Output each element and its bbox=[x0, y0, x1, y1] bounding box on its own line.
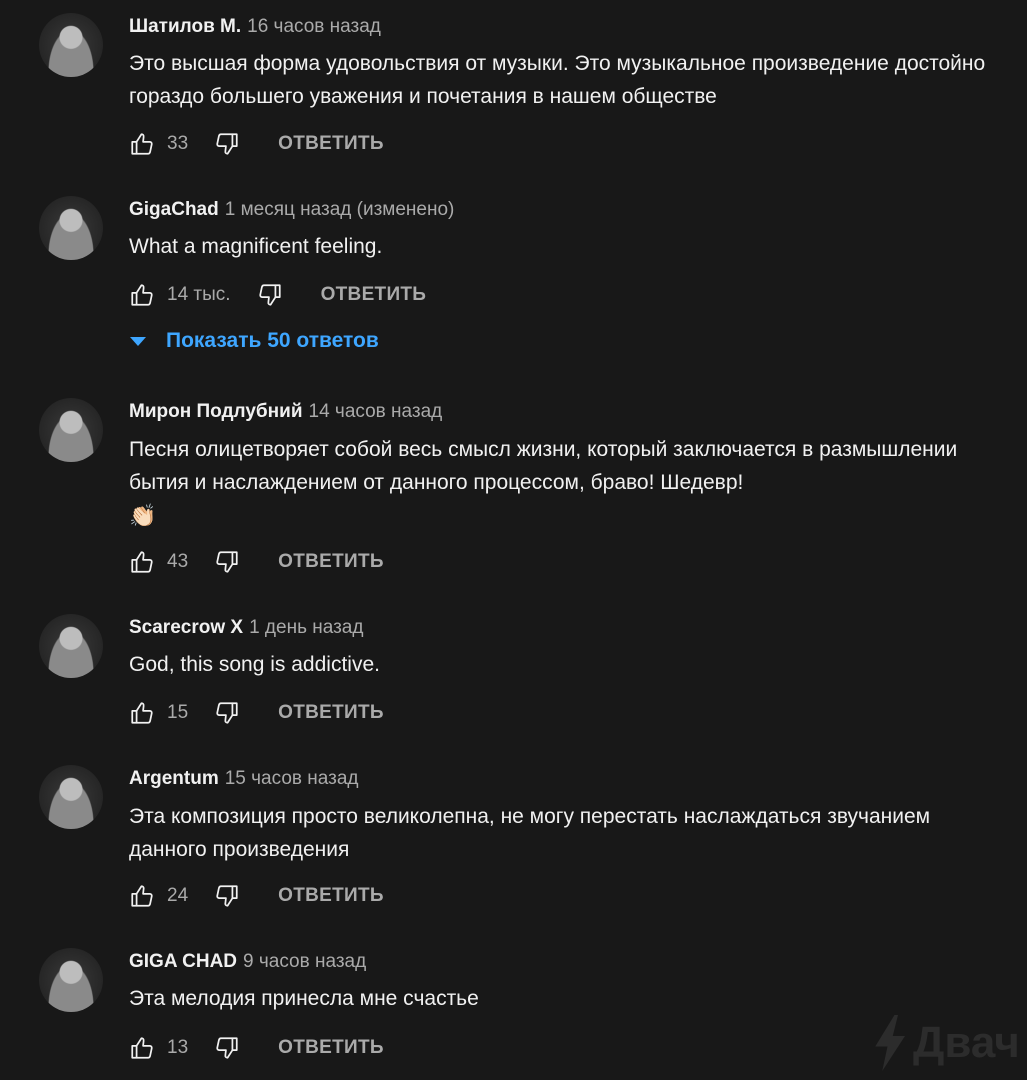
comment-author[interactable]: Scarecrow X bbox=[129, 617, 243, 638]
comment-text: God, this song is addictive. bbox=[129, 653, 380, 676]
caret-down-icon bbox=[130, 336, 146, 346]
thumbs-up-icon bbox=[131, 133, 153, 155]
comment-author[interactable]: Шатилов М. bbox=[129, 16, 241, 37]
avatar[interactable] bbox=[39, 948, 103, 1012]
comment-actions: 33 ОТВЕТИТЬ bbox=[129, 130, 384, 158]
comment-text: Эта композиция просто великолепна, не мо… bbox=[129, 805, 931, 861]
avatar[interactable] bbox=[39, 398, 103, 462]
avatar[interactable] bbox=[39, 765, 103, 829]
comment-actions: 13 ОТВЕТИТЬ bbox=[129, 1034, 384, 1062]
comment-header: GigaChad 1 месяц назад (изменено) bbox=[129, 197, 454, 223]
show-replies-button[interactable]: Показать 50 ответов bbox=[129, 326, 379, 356]
thumbs-up-icon bbox=[131, 551, 153, 573]
reply-button[interactable]: ОТВЕТИТЬ bbox=[278, 885, 384, 907]
reply-button[interactable]: ОТВЕТИТЬ bbox=[278, 133, 384, 155]
reply-button[interactable]: ОТВЕТИТЬ bbox=[278, 702, 384, 724]
comment-author[interactable]: Argentum bbox=[129, 768, 219, 789]
thumbs-up-icon bbox=[131, 702, 153, 724]
comment-text: What a magnificent feeling. bbox=[129, 235, 383, 258]
comment-author[interactable]: GigaChad bbox=[129, 199, 219, 220]
comment-header: Scarecrow X 1 день назад bbox=[129, 615, 363, 641]
avatar[interactable] bbox=[39, 13, 103, 77]
clapping-hands-emoji: 👏🏻 bbox=[129, 503, 157, 528]
comment-author[interactable]: Мирон Подлубний bbox=[129, 401, 303, 422]
thumbs-down-icon bbox=[216, 702, 238, 724]
comment-text: Это высшая форма удовольствия от музыки.… bbox=[129, 52, 986, 108]
thumbs-down-icon bbox=[216, 551, 238, 573]
dislike-button[interactable] bbox=[214, 1035, 240, 1061]
like-button[interactable] bbox=[129, 883, 155, 909]
comment-time[interactable]: 1 день назад bbox=[249, 617, 363, 638]
reply-button[interactable]: ОТВЕТИТЬ bbox=[278, 551, 384, 573]
comment-header: GIGA CHAD 9 часов назад bbox=[129, 949, 366, 975]
comment-actions: 43 ОТВЕТИТЬ bbox=[129, 548, 384, 576]
like-button[interactable] bbox=[129, 131, 155, 157]
like-button[interactable] bbox=[129, 1035, 155, 1061]
comment-time[interactable]: 16 часов назад bbox=[247, 16, 381, 37]
like-count: 13 bbox=[167, 1037, 189, 1058]
thumbs-down-icon bbox=[216, 1037, 238, 1059]
lightning-bolt-icon bbox=[875, 1015, 905, 1071]
comment-time[interactable]: 9 часов назад bbox=[243, 951, 366, 972]
dvach-watermark: Двач bbox=[873, 1014, 1020, 1072]
like-count: 14 тыс. bbox=[167, 284, 231, 305]
dislike-button[interactable] bbox=[257, 282, 283, 308]
comment-header: Шатилов М. 16 часов назад bbox=[129, 14, 381, 40]
dislike-button[interactable] bbox=[214, 131, 240, 157]
thumbs-down-icon bbox=[216, 133, 238, 155]
comment-text-body: Песня олицетворяет собой весь смысл жизн… bbox=[129, 438, 958, 494]
reply-button[interactable]: ОТВЕТИТЬ bbox=[321, 284, 427, 306]
comment-header: Argentum 15 часов назад bbox=[129, 766, 358, 792]
comment-time[interactable]: 1 месяц назад (изменено) bbox=[225, 199, 455, 220]
comment-actions: 14 тыс. ОТВЕТИТЬ bbox=[129, 281, 426, 309]
comment-actions: 24 ОТВЕТИТЬ bbox=[129, 882, 384, 910]
like-count: 33 bbox=[167, 133, 189, 154]
like-count: 43 bbox=[167, 551, 189, 572]
like-count: 15 bbox=[167, 702, 189, 723]
thumbs-down-icon bbox=[258, 284, 281, 306]
comment-time[interactable]: 15 часов назад bbox=[225, 768, 359, 789]
like-button[interactable] bbox=[129, 700, 155, 726]
dislike-button[interactable] bbox=[214, 883, 240, 909]
comment-author[interactable]: GIGA CHAD bbox=[129, 951, 237, 972]
like-button[interactable] bbox=[129, 282, 155, 308]
thumbs-up-icon bbox=[131, 1037, 153, 1059]
comment-text: Песня олицетворяет собой весь смысл жизн… bbox=[129, 433, 999, 533]
comment-time[interactable]: 14 часов назад bbox=[309, 401, 443, 422]
avatar[interactable] bbox=[39, 196, 103, 260]
reply-button[interactable]: ОТВЕТИТЬ bbox=[278, 1037, 384, 1059]
like-button[interactable] bbox=[129, 549, 155, 575]
watermark-text: Двач bbox=[913, 1018, 1020, 1067]
dislike-button[interactable] bbox=[214, 549, 240, 575]
comment-actions: 15 ОТВЕТИТЬ bbox=[129, 699, 384, 727]
comment-header: Мирон Подлубний 14 часов назад bbox=[129, 399, 442, 425]
comment-text: Эта мелодия принесла мне счастье bbox=[129, 987, 479, 1010]
thumbs-up-icon bbox=[131, 284, 153, 306]
like-count: 24 bbox=[167, 885, 189, 906]
avatar[interactable] bbox=[39, 614, 103, 678]
thumbs-up-icon bbox=[131, 885, 153, 907]
show-replies-label: Показать 50 ответов bbox=[166, 329, 379, 352]
thumbs-down-icon bbox=[216, 885, 238, 907]
dislike-button[interactable] bbox=[214, 700, 240, 726]
